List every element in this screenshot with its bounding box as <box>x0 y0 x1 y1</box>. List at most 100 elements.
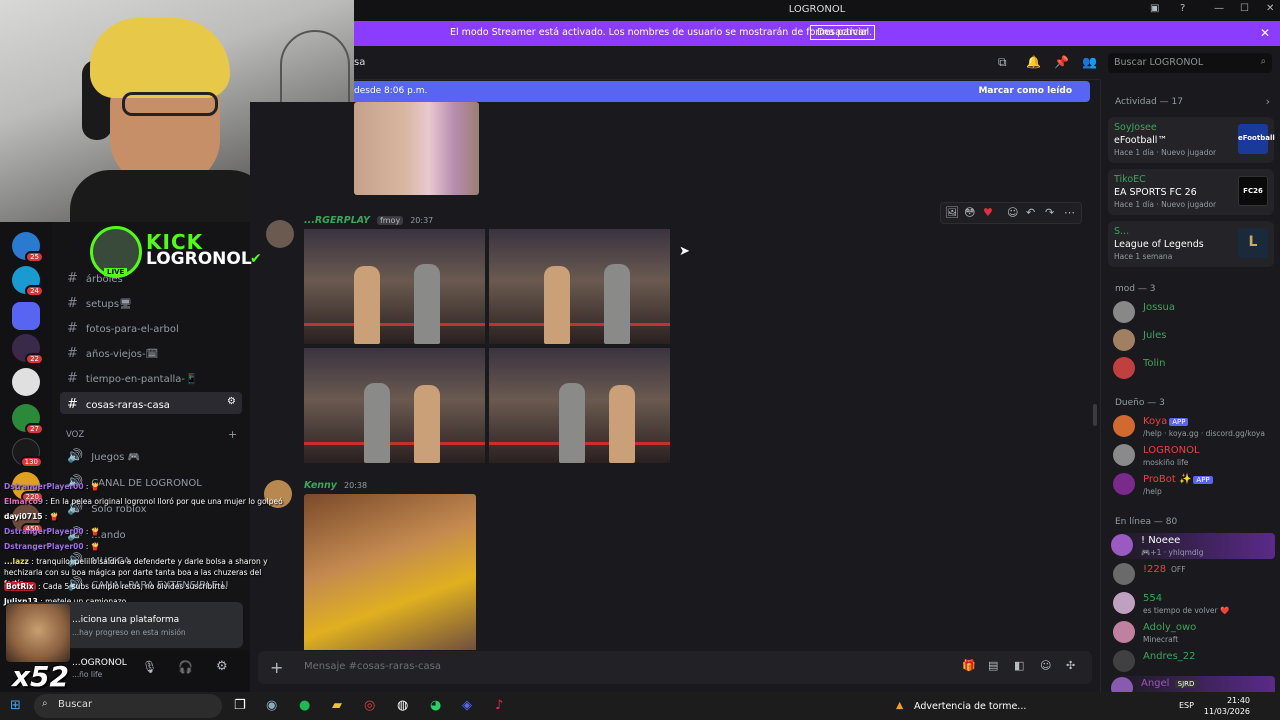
gallery-image[interactable] <box>304 229 485 344</box>
game-logo: FC26 <box>1238 176 1268 206</box>
streamer-hair <box>90 18 230 98</box>
member-item[interactable]: Tolin <box>1113 356 1273 382</box>
message-author[interactable]: Kenny <box>304 480 337 491</box>
pin-icon[interactable]: 📌 <box>1054 55 1069 69</box>
channel-header: sa ⧉ 🔔 📌 👥 <box>354 46 1100 80</box>
gallery-image[interactable] <box>489 229 670 344</box>
message-time: 20:38 <box>344 481 368 490</box>
chat-line: DstrangerPlayer00 : 🍟 <box>4 542 101 551</box>
member-item[interactable]: Jules <box>1113 328 1273 354</box>
member-item[interactable]: ! Noeee 🎮+1 · yhlqmdlg <box>1111 533 1275 559</box>
server-icon[interactable]: 27 <box>12 404 44 435</box>
server-icon[interactable]: 22 <box>12 334 44 365</box>
streamer-shirt <box>70 170 270 222</box>
message-composer[interactable]: + Mensaje #cosas-raras-casa 🎁 ▤ ◧ ☺ ✣ <box>258 651 1092 684</box>
activity-card[interactable]: SoyJosee eFootball™ Hace 1 día · Nuevo j… <box>1108 117 1275 163</box>
discord-icon[interactable]: ◈ <box>462 698 472 713</box>
threads-icon[interactable]: ⧉ <box>998 55 1007 70</box>
channel-item[interactable]: # setups🖥 <box>60 291 242 313</box>
file-explorer-icon[interactable]: ▰ <box>332 698 342 713</box>
reply-icon[interactable]: ↶ <box>1026 206 1035 219</box>
member-item[interactable]: !228 OFF <box>1113 562 1273 588</box>
message-header: ...RGERPLAY fmoy 20:37 <box>304 215 433 226</box>
member-item[interactable]: Andres_22 <box>1113 649 1273 675</box>
heart-icon[interactable]: ♥ <box>983 206 993 219</box>
server-icon[interactable]: 130 <box>12 438 43 468</box>
folder-icon[interactable] <box>12 302 40 330</box>
steam-icon[interactable]: ◉ <box>266 698 277 713</box>
channel-item[interactable]: # fotos-para-el-arbol <box>60 316 242 338</box>
settings-gear-icon[interactable]: ⚙ <box>216 659 228 674</box>
gallery-image[interactable] <box>304 348 485 463</box>
gif-icon[interactable]: ▤ <box>988 659 998 672</box>
activity-card[interactable]: S... League of Legends Hace 1 semana L <box>1108 221 1274 267</box>
minimize-button[interactable]: — <box>1214 3 1224 14</box>
member-item[interactable]: Koya APP/help · koya.gg · discord.gg/koya <box>1113 414 1273 440</box>
owner-header: Dueño — 3 <box>1115 398 1165 408</box>
chevron-right-icon[interactable]: › <box>1266 95 1270 108</box>
server-icon[interactable] <box>12 368 40 396</box>
emoji-icon[interactable]: ☺ <box>1040 659 1051 672</box>
spotify-icon[interactable]: ● <box>299 698 310 713</box>
avatar[interactable] <box>266 220 294 248</box>
reaction-emoji[interactable]: 🖼 <box>945 206 959 219</box>
member-item[interactable]: Adoly_owo Minecraft <box>1113 620 1273 646</box>
warning-icon: ▲ <box>896 700 904 711</box>
apps-icon[interactable]: ✣ <box>1066 659 1075 672</box>
search-input[interactable]: Buscar LOGRONOL ⌕ <box>1108 53 1272 73</box>
server-icon[interactable]: 25 <box>12 232 44 263</box>
language-indicator[interactable]: ESP <box>1179 701 1194 710</box>
inbox-icon[interactable]: ▣ <box>1150 3 1159 14</box>
reaction-emoji[interactable]: 😳 <box>964 206 975 219</box>
more-icon[interactable]: ⋯ <box>1064 206 1075 219</box>
close-icon[interactable]: ✕ <box>1260 26 1270 40</box>
disable-streamer-button[interactable]: Desactivar <box>810 25 875 40</box>
voice-category-header[interactable]: VOZ <box>66 430 84 440</box>
member-item[interactable]: LOGRONOL moskiño life <box>1113 443 1273 469</box>
member-item[interactable]: Jossua <box>1113 300 1273 326</box>
headphones-icon[interactable]: 🎧 <box>178 660 193 674</box>
chat-line: DstrangerPlayer00 : 🍟 <box>4 527 101 536</box>
windows-start-icon[interactable]: ⊞ <box>10 698 21 713</box>
gallery-image[interactable] <box>489 348 670 463</box>
member-item[interactable]: 554 es tiempo de volver ❤️ <box>1113 591 1273 617</box>
taskbar-search[interactable]: ⌕ Buscar <box>34 694 222 718</box>
activity-card[interactable]: TikoEC EA SPORTS FC 26 Hace 1 día · Nuev… <box>1108 169 1274 215</box>
scrollbar[interactable] <box>1093 404 1097 426</box>
voice-channel[interactable]: 🔊 Juegos 🎮 <box>60 444 242 466</box>
forward-icon[interactable]: ↷ <box>1045 206 1054 219</box>
microphone-icon[interactable]: 🎙 <box>142 660 157 674</box>
user-name[interactable]: ...OGRONOL <box>72 658 127 668</box>
channel-item-active[interactable]: # cosas-raras-casa ⚙ <box>60 392 242 414</box>
new-messages-bar[interactable]: desde 8:06 p.m. Marcar como leído <box>354 81 1090 102</box>
taskbar-clock[interactable]: 21:40 11/03/2026 <box>1204 695 1250 717</box>
close-window-button[interactable]: ✕ <box>1266 3 1274 14</box>
task-view-icon[interactable]: ❐ <box>234 698 246 713</box>
member-item[interactable]: ProBot ✨ APP/help <box>1113 472 1273 498</box>
mark-as-read-button[interactable]: Marcar como leído <box>978 86 1072 96</box>
whatsapp-icon[interactable]: ◕ <box>430 698 441 713</box>
server-icon[interactable]: 24 <box>12 266 44 297</box>
title-bar: LOGRONOL ▣ ? — ☐ ✕ <box>354 0 1280 21</box>
message-author[interactable]: ...RGERPLAY <box>304 215 370 226</box>
help-icon[interactable]: ? <box>1180 3 1185 14</box>
tiktok-icon[interactable]: ♪ <box>495 698 503 713</box>
obs-icon[interactable]: ◍ <box>397 698 408 713</box>
message-image[interactable] <box>354 102 479 195</box>
channel-item[interactable]: # tiempo-en-pantalla-📱 <box>60 366 242 388</box>
chrome-icon[interactable]: ◎ <box>364 698 375 713</box>
sticker-icon[interactable]: ◧ <box>1014 659 1024 672</box>
members-icon[interactable]: 👥 <box>1082 55 1097 69</box>
taskbar-notification[interactable]: Advertencia de torme... <box>914 701 1026 712</box>
channel-item[interactable]: # años-viejos-🗓 <box>60 341 242 363</box>
member-item[interactable]: Angel SJRD <box>1111 676 1275 692</box>
bell-icon[interactable]: 🔔 <box>1026 55 1041 69</box>
message-image[interactable] <box>304 494 476 650</box>
add-channel-icon[interactable]: + <box>228 428 237 441</box>
add-attachment-icon[interactable]: + <box>270 658 283 677</box>
add-reaction-icon[interactable]: ☺ <box>1007 206 1018 219</box>
popup-title: ...iciona una plataforma <box>72 615 180 625</box>
maximize-button[interactable]: ☐ <box>1240 3 1249 14</box>
gift-icon[interactable]: 🎁 <box>962 659 976 672</box>
gear-icon[interactable]: ⚙ <box>227 396 236 407</box>
